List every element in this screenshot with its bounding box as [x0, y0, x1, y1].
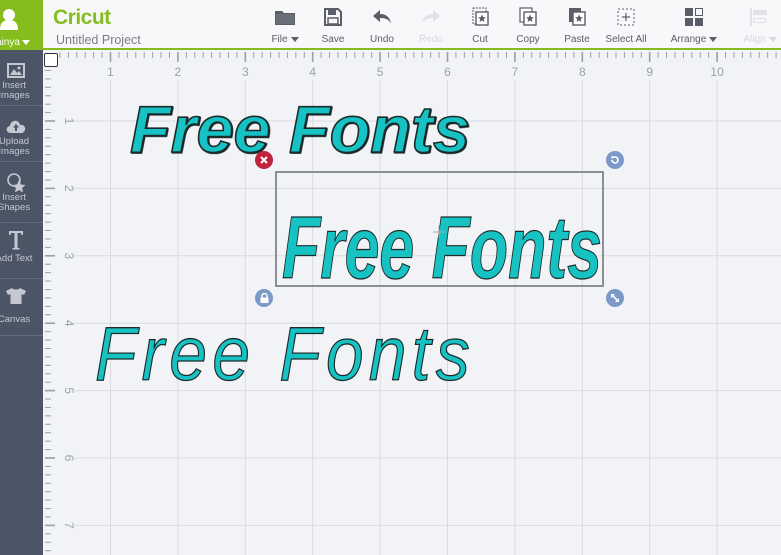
text-object-handwritten[interactable]: Free Fonts [281, 197, 602, 297]
text-object-calligraphy[interactable]: Free Fonts [94, 311, 475, 397]
rotate-handle[interactable] [606, 151, 624, 169]
delete-handle[interactable] [255, 151, 273, 169]
lock-handle[interactable] [255, 289, 273, 307]
lock-icon [260, 293, 268, 303]
resize-handle[interactable] [606, 289, 624, 307]
rotate-icon [611, 155, 619, 164]
close-icon [260, 156, 268, 164]
resize-icon [611, 294, 619, 302]
text-object-brush[interactable]: Free Fonts [129, 91, 471, 167]
canvas-objects: Free Fonts Free Fonts Free Fonts [94, 91, 604, 398]
